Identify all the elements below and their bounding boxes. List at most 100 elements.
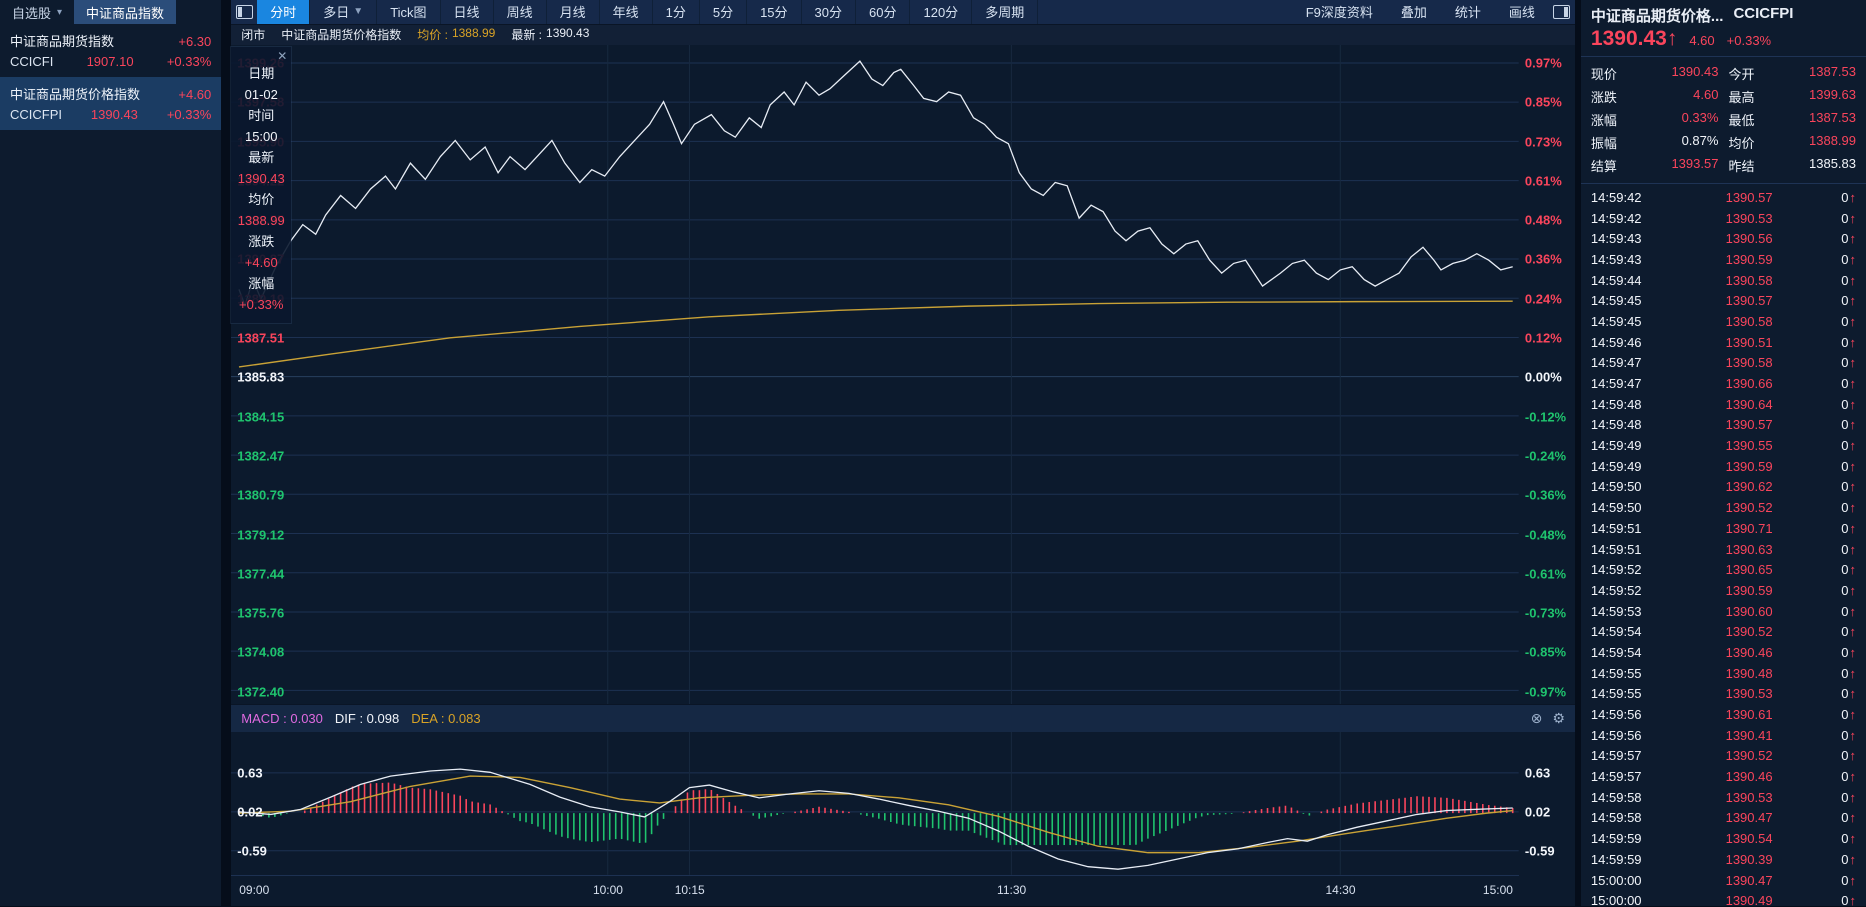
period-tab[interactable]: Tick图 [377,0,440,24]
tooltip-label: 最新 [231,147,291,168]
period-tab[interactable]: 15分 [747,0,801,24]
toolbar-action[interactable]: 画线 [1495,0,1549,24]
tick-row: 14:59:571390.520↑ [1591,746,1856,767]
tick-volume: 0↑ [1841,500,1856,515]
tick-volume-value: 0 [1841,479,1848,494]
watchlist-item[interactable]: 中证商品期货价格指数+4.60CCICFPI1390.43+0.33% [0,77,221,130]
tick-row: 14:59:421390.530↑ [1591,208,1856,229]
tick-volume-value: 0 [1841,252,1848,267]
percent-axis-label: -0.97% [1525,684,1566,699]
tick-time: 14:59:43 [1591,252,1657,267]
watchlist[interactable]: 中证商品期货指数+6.30CCICFI1907.10+0.33%中证商品期货价格… [0,24,221,130]
tick-price: 1390.46 [1657,645,1841,660]
period-tabs: 分时多日▼Tick图日线周线月线年线 1分 5分 15分 30分60分120分多周期 [257,0,1038,24]
stat-value: 1390.43 [1635,64,1719,83]
period-tab[interactable]: 月线 [547,0,600,24]
tick-row: 14:59:511390.710↑ [1591,518,1856,539]
period-tab[interactable]: 日线 [441,0,494,24]
period-tab[interactable]: 分时 [257,0,310,24]
price-axis-label: 1379.12 [237,527,284,542]
time-axis-label: 14:30 [1326,883,1356,897]
period-tab-label: 15分 [760,2,787,21]
tick-price: 1390.53 [1657,211,1841,226]
percent-axis-label: -0.12% [1525,409,1566,424]
period-tab-label: 1分 [666,2,686,21]
tick-time: 14:59:42 [1591,190,1657,205]
period-tab[interactable]: 120分 [910,0,972,24]
up-arrow-icon: ↑ [1850,500,1857,515]
tooltip-label: 时间 [231,105,291,126]
period-tab[interactable]: 60分 [856,0,910,24]
tick-time: 14:59:57 [1591,769,1657,784]
period-tab[interactable]: 5分 [700,0,747,24]
time-axis-label: 09:00 [239,883,269,897]
tick-row: 14:59:471390.580↑ [1591,353,1856,374]
macd-plot[interactable]: 0.630.02-0.59 [231,732,1519,875]
tooltip-close-icon[interactable]: ✕ [277,49,287,63]
instrument-change-pct: +0.33% [167,107,211,122]
period-tab[interactable]: 周线 [494,0,547,24]
instrument-price: 1390.43 [91,107,138,122]
tick-volume: 0↑ [1841,190,1856,205]
toolbar-action[interactable]: F9深度资料 [1292,0,1387,24]
indicator-close-icon[interactable]: ⊗ [1531,710,1543,727]
period-tab[interactable]: 多周期 [972,0,1038,24]
tick-price: 1390.61 [1657,707,1841,722]
panel-toggle-right-icon[interactable] [1549,0,1575,24]
tooltip-label: 日期 [231,63,291,84]
quote-code: CCICFPI [1733,5,1793,26]
up-arrow-icon: ↑ [1850,438,1857,453]
tick-volume: 0↑ [1841,728,1856,743]
tick-volume-value: 0 [1841,500,1848,515]
price-axis-label: 1382.47 [237,448,284,463]
watchlist-item[interactable]: 中证商品期货指数+6.30CCICFI1907.10+0.33% [0,24,221,77]
tick-row: 14:59:431390.590↑ [1591,249,1856,270]
macd-axis-label: 0.63 [1525,766,1550,781]
tick-time: 15:00:00 [1591,893,1657,906]
quote-title: 中证商品期货价格... CCICFPI [1581,0,1866,26]
tick-volume-value: 0 [1841,852,1848,867]
stat-label: 涨幅 [1591,110,1625,129]
tick-time: 14:59:50 [1591,479,1657,494]
up-arrow-icon: ↑ [1850,293,1857,308]
period-tab[interactable]: 1分 [653,0,700,24]
chart-subtitle-bar: 闭市 中证商品期货价格指数 均价 :1388.99 最新 :1390.43 [231,25,1575,45]
tick-volume: 0↑ [1841,893,1856,906]
toolbar-action[interactable]: 统计 [1441,0,1495,24]
sidebar-tab[interactable]: 中证商品指数 [74,0,176,24]
tick-volume: 0↑ [1841,479,1856,494]
up-arrow-icon: ↑ [1850,231,1857,246]
up-arrow-icon: ↑ [1850,893,1857,906]
tick-time: 14:59:52 [1591,583,1657,598]
tick-time: 14:59:43 [1591,231,1657,246]
up-arrow-icon: ↑ [1850,335,1857,350]
tick-price: 1390.59 [1657,583,1841,598]
tick-volume-value: 0 [1841,355,1848,370]
period-tab[interactable]: 年线 [600,0,653,24]
tick-list[interactable]: 14:59:421390.570↑14:59:421390.530↑14:59:… [1581,184,1866,906]
tick-row: 14:59:451390.580↑ [1591,311,1856,332]
price-plot[interactable]: ✕ 日期01-02时间15:00最新1390.43均价1388.99涨跌+4.6… [231,45,1519,705]
tick-volume-value: 0 [1841,542,1848,557]
macd-axis-label: 0.02 [1525,805,1550,820]
period-tab[interactable]: 多日▼ [310,0,377,24]
period-tab-label: 多周期 [985,2,1024,21]
percent-axis-label: 0.00% [1525,370,1562,385]
tick-price: 1390.53 [1657,686,1841,701]
up-arrow-icon: ↑ [1850,479,1857,494]
percent-axis-label: -0.73% [1525,606,1566,621]
tick-price: 1390.41 [1657,728,1841,743]
panel-toggle-left-icon[interactable] [231,0,257,24]
tooltip-value: 01-02 [231,84,291,105]
stat-value: 0.33% [1635,110,1719,129]
indicator-settings-icon[interactable]: ⚙ [1552,710,1565,727]
toolbar-action[interactable]: 叠加 [1387,0,1441,24]
tick-time: 14:59:56 [1591,728,1657,743]
period-tab[interactable]: 30分 [802,0,856,24]
tick-volume-value: 0 [1841,645,1848,660]
tick-price: 1390.59 [1657,459,1841,474]
sidebar-tab[interactable]: 自选股▾ [0,0,74,24]
percent-axis-label: 0.24% [1525,291,1562,306]
up-arrow-icon: ↑ [1850,521,1857,536]
up-arrow-icon: ↑ [1850,810,1857,825]
